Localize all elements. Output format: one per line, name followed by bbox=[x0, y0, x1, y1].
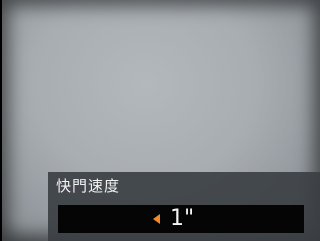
shutter-speed-panel: 快門速度 1" bbox=[48, 172, 320, 241]
shutter-speed-selector[interactable]: 1" bbox=[58, 205, 304, 233]
camera-screen: 快門速度 1" bbox=[0, 0, 320, 241]
arrow-left-icon[interactable] bbox=[153, 214, 160, 224]
shutter-speed-value: 1" bbox=[170, 206, 195, 231]
setting-label: 快門速度 bbox=[56, 177, 121, 195]
